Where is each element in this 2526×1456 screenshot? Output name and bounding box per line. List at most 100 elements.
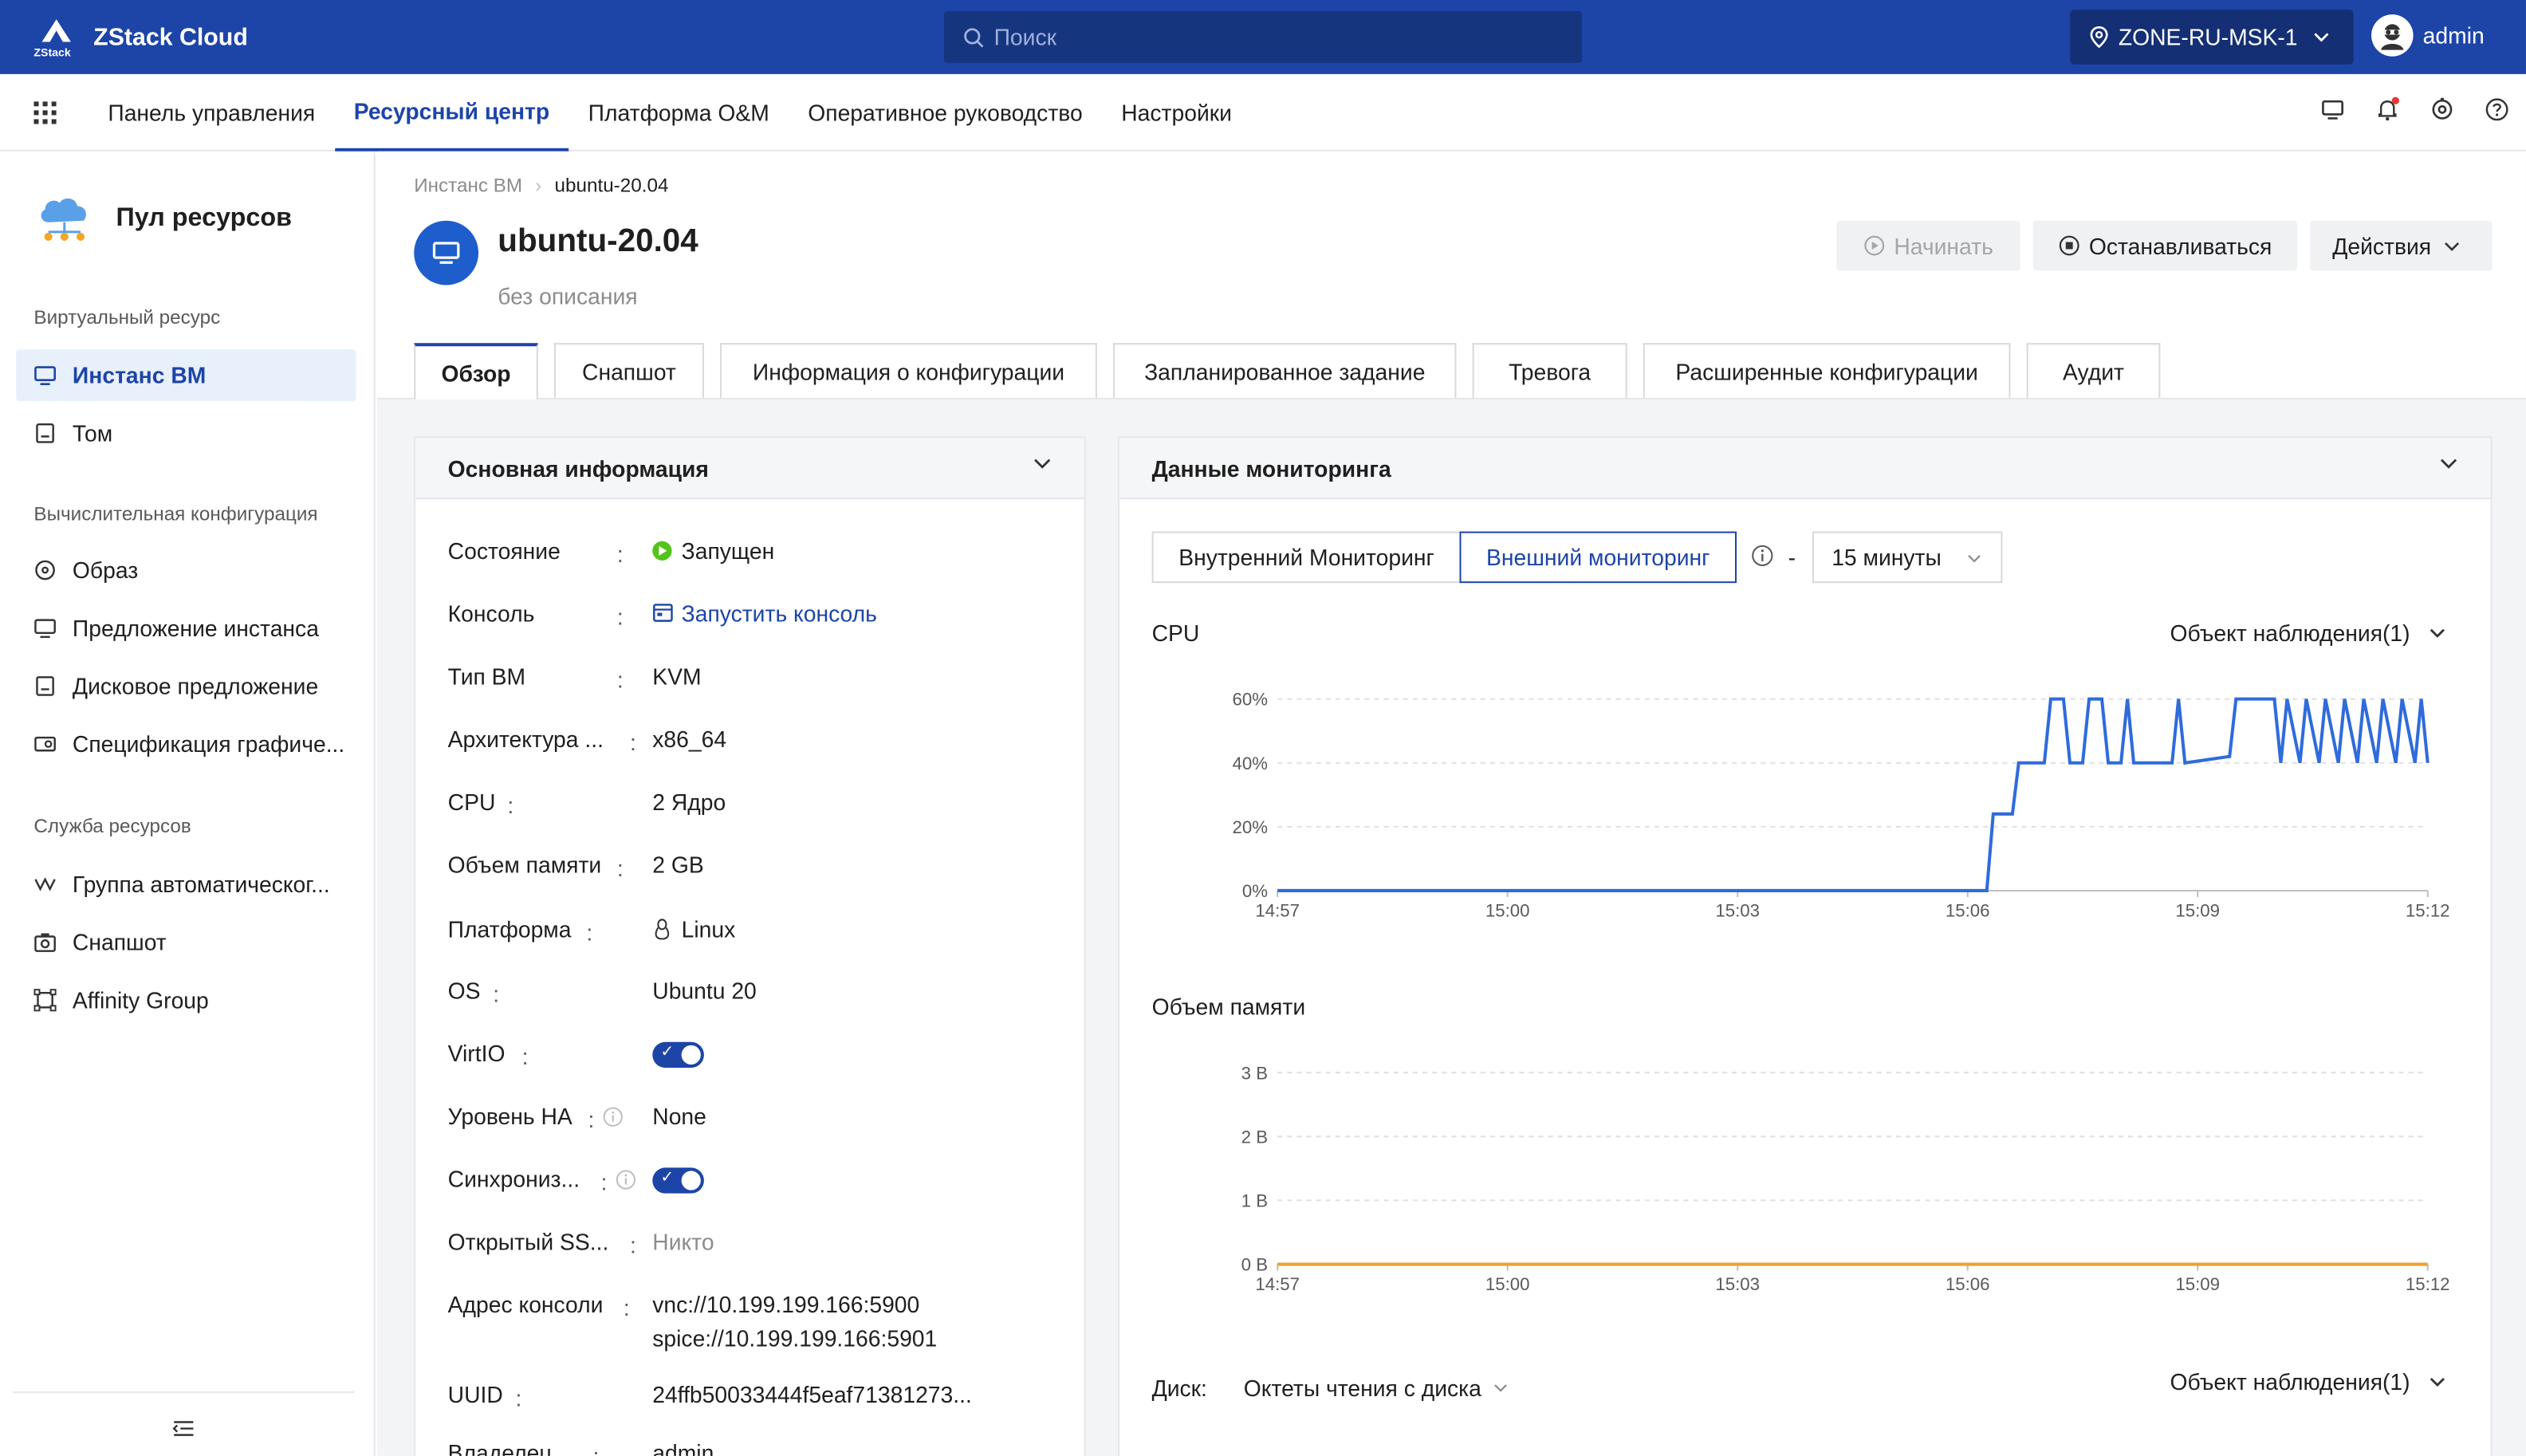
breadcrumb-separator: › xyxy=(535,174,542,197)
resource-pool-header: Пул ресурсов xyxy=(35,193,373,245)
cpu-y-tick-label: 0% xyxy=(1242,881,1268,901)
user-menu[interactable]: admin xyxy=(2371,14,2485,57)
tab-internal-monitoring[interactable]: Внутренний Мониторинг xyxy=(1151,531,1462,584)
tab-audit[interactable]: Аудит xyxy=(2026,343,2161,398)
memory-x-tick-label: 15:12 xyxy=(2406,1274,2450,1294)
chevron-down-icon xyxy=(1034,458,1051,469)
bell-icon[interactable] xyxy=(2375,96,2400,122)
cpu-x-tick-label: 15:06 xyxy=(1946,900,1990,920)
sidebar-item-gpu-spec[interactable]: Спецификация графиче... xyxy=(16,718,356,770)
actions-dropdown[interactable]: Действия xyxy=(2310,220,2493,271)
svg-text:ZStack: ZStack xyxy=(33,46,70,58)
monitor-icon xyxy=(34,619,56,639)
memory-x-tick-label: 15:09 xyxy=(2175,1274,2220,1294)
zstack-logo-icon: ZStack xyxy=(33,19,71,58)
tab-configuration[interactable]: Информация о конфигурации xyxy=(720,343,1097,398)
vm-description: без описания xyxy=(498,283,638,309)
disk-object-select[interactable]: Объект наблюдения(1) xyxy=(2170,1369,2445,1395)
actions-button-label: Действия xyxy=(2332,232,2432,259)
vm-avatar xyxy=(414,220,479,285)
chevron-down-icon xyxy=(2314,33,2329,42)
stop-icon xyxy=(2059,235,2079,256)
disc-icon xyxy=(35,560,55,580)
basic-info-card: Основная информация Состояние: Запущен К… xyxy=(414,436,1086,1456)
cpu-object-select[interactable]: Объект наблюдения(1) xyxy=(2170,620,2445,646)
nav-platform-om[interactable]: Платформа O&M xyxy=(569,73,789,151)
sidebar-item-image[interactable]: Образ xyxy=(16,545,356,596)
memory-y-tick-label: 3 B xyxy=(1241,1063,1268,1083)
tab-overview[interactable]: Обзор xyxy=(414,343,538,399)
nav-operations-guide[interactable]: Оперативное руководство xyxy=(789,73,1102,151)
main-nav: Панель управления Ресурсный центр Платфо… xyxy=(0,74,2526,152)
sidebar-item-snapshot[interactable]: Снапшот xyxy=(16,916,356,968)
cpu-series-line xyxy=(1277,697,2430,892)
virtio-toggle[interactable]: ✓ xyxy=(652,1042,704,1068)
cloud-pool-icon xyxy=(41,198,86,241)
memory-chart: 0 B 1 B 2 B 3 B 14:57 15:00 15:03 15:06 15:09 15:… xyxy=(1241,1063,2450,1294)
monitor-icon xyxy=(34,366,57,386)
avatar xyxy=(2371,14,2414,57)
nav-resource-center[interactable]: Ресурсный центр xyxy=(334,73,569,151)
vm-header: Инстанс ВМ › ubuntu-20.04 ubuntu-20.04 б… xyxy=(376,151,2526,399)
collapse-menu-icon[interactable] xyxy=(171,1417,196,1439)
help-icon[interactable] xyxy=(2484,96,2509,122)
sidebar-item-volume[interactable]: Том xyxy=(16,407,356,459)
disk-metric-select[interactable]: Октеты чтения с диска xyxy=(1244,1375,1507,1401)
info-icon[interactable] xyxy=(616,1169,636,1190)
zone-selector[interactable]: ZONE-RU-MSK-1 xyxy=(2070,10,2354,65)
info-icon[interactable] xyxy=(603,1107,624,1127)
logo[interactable]: ZStack ZStack Cloud xyxy=(32,16,248,58)
disk-icon xyxy=(36,423,54,443)
tab-alarm[interactable]: Тревога xyxy=(1472,343,1627,398)
stop-button[interactable]: Останавливаться xyxy=(2032,220,2298,271)
time-range-select[interactable]: 15 минуты xyxy=(1812,531,2003,584)
basic-info-header[interactable]: Основная информация xyxy=(415,438,1084,500)
tab-advanced-config[interactable]: Расширенные конфигурации xyxy=(1643,343,2011,398)
chevron-down-icon xyxy=(2430,628,2445,638)
sidebar-item-affinity-group[interactable]: Affinity Group xyxy=(16,974,356,1026)
monitoring-header[interactable]: Данные мониторинга xyxy=(1119,438,2491,500)
username: admin xyxy=(2422,22,2485,49)
cpu-chart-title: CPU xyxy=(1151,620,1200,646)
time-range-value: 15 минуты xyxy=(1832,544,1942,571)
cpu-x-tick-label: 15:09 xyxy=(2175,900,2220,920)
cpu-x-tick-label: 15:00 xyxy=(1485,900,1530,920)
tab-bar: Обзор Снапшот Информация о конфигурации … xyxy=(414,343,2176,399)
nav-dashboard[interactable]: Панель управления xyxy=(89,73,334,151)
sidebar-item-vm-instance[interactable]: Инстанс ВМ xyxy=(16,349,356,401)
monitor-icon xyxy=(432,242,460,264)
sync-toggle[interactable]: ✓ xyxy=(652,1167,704,1194)
info-icon[interactable] xyxy=(1751,545,1773,567)
stop-button-label: Останавливаться xyxy=(2088,232,2272,259)
console-icon xyxy=(653,604,673,622)
tab-snapshot[interactable]: Снапшот xyxy=(554,343,704,398)
app-grid-icon[interactable] xyxy=(33,100,57,124)
sidebar-group-services: Служба ресурсов xyxy=(33,815,191,838)
nav-icons xyxy=(2319,96,2509,122)
sidebar-item-instance-offering[interactable]: Предложение инстанса xyxy=(16,602,356,654)
breadcrumb-parent[interactable]: Инстанс ВМ xyxy=(414,174,522,196)
sidebar-item-label: Снапшот xyxy=(72,929,167,955)
gear-icon[interactable] xyxy=(2430,96,2455,122)
nav-settings[interactable]: Настройки xyxy=(1102,73,1251,151)
running-status-icon xyxy=(652,541,672,561)
start-button[interactable]: Начинать xyxy=(1836,220,2020,271)
sidebar-item-label: Инстанс ВМ xyxy=(72,362,207,388)
sidebar-item-label: Предложение инстанса xyxy=(72,615,319,641)
memory-x-tick-label: 15:00 xyxy=(1485,1274,1530,1294)
breadcrumb-current: ubuntu-20.04 xyxy=(554,174,669,197)
sidebar-item-autoscaling-group[interactable]: Группа автоматическог... xyxy=(16,859,356,911)
disk-label: Диск: xyxy=(1151,1375,1207,1402)
sidebar-group-compute: Вычислительная конфигурация xyxy=(33,502,318,525)
memory-chart-title: Объем памяти xyxy=(1151,994,1306,1020)
sidebar-item-disk-offering[interactable]: Дисковое предложение xyxy=(16,660,356,712)
cpu-chart: 0% 20% 40% 60% 14:57 15:00 15:03 15:06 15:09 15:1… xyxy=(1233,690,2450,921)
chevron-down-icon xyxy=(2445,242,2460,250)
tab-external-monitoring[interactable]: Внешний мониторинг xyxy=(1459,531,1737,584)
tab-scheduled-job[interactable]: Запланированное задание xyxy=(1113,343,1457,398)
monitoring-title: Данные мониторинга xyxy=(1151,455,1391,481)
monitoring-card: Данные мониторинга Внутренний Мониторинг… xyxy=(1118,436,2493,1456)
screen-icon[interactable] xyxy=(2319,96,2345,122)
search-input[interactable]: Поиск xyxy=(943,11,1583,63)
launch-console-link[interactable]: Запустить консоль xyxy=(652,600,877,627)
